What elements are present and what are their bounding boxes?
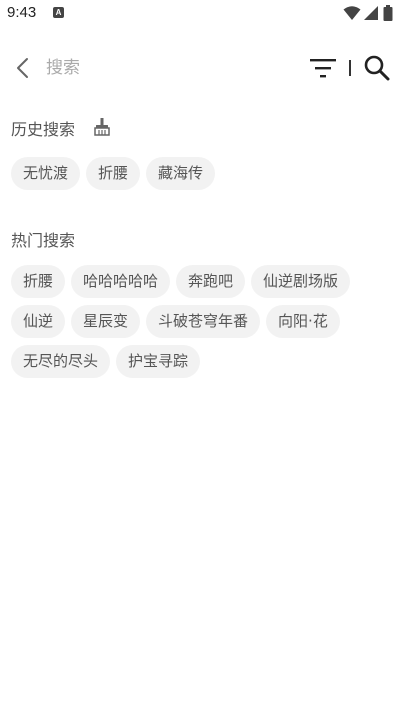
status-icons: [343, 5, 399, 21]
search-tag[interactable]: 星辰变: [71, 305, 141, 338]
chevron-left-icon: [17, 58, 28, 78]
search-tag[interactable]: 无忧渡: [11, 157, 81, 190]
search-input[interactable]: [46, 53, 296, 83]
search-button[interactable]: [362, 53, 392, 83]
history-tags: 无忧渡 折腰 藏海传: [11, 157, 401, 190]
toolbar-divider: [349, 60, 351, 76]
filter-button[interactable]: [308, 54, 338, 82]
history-title: 历史搜索: [11, 120, 76, 139]
hot-tags: 折腰 哈哈哈哈哈 奔跑吧 仙逆剧场版仙逆 星辰变 斗破苍穹年番 向阳·花无尽的尽头 护宝寻踪: [11, 265, 401, 378]
battery-icon: [383, 5, 393, 21]
search-tag[interactable]: 斗破苍穹年番: [146, 305, 261, 338]
search-tag[interactable]: 藏海传: [146, 157, 216, 190]
back-button[interactable]: [10, 54, 38, 82]
search-bar: [0, 48, 407, 88]
status-time: 9:43: [7, 4, 37, 21]
search-tag[interactable]: 折腰: [86, 157, 141, 190]
search-tag[interactable]: 护宝寻踪: [116, 345, 201, 378]
search-tag[interactable]: 哈哈哈哈哈: [71, 265, 171, 298]
status-bar: 9:43 A: [0, 0, 407, 28]
filter-icon: [310, 59, 336, 78]
search-tag[interactable]: 无尽的尽头: [11, 345, 111, 378]
clear-history-button[interactable]: [92, 117, 112, 137]
wifi-icon: [343, 6, 361, 20]
notification-badge-icon: A: [53, 7, 64, 18]
search-tag[interactable]: 仙逆剧场版: [251, 265, 351, 298]
signal-icon: [364, 6, 378, 20]
search-tag[interactable]: 折腰: [11, 265, 66, 298]
search-icon: [364, 55, 390, 81]
search-tag[interactable]: 向阳·花: [266, 305, 340, 338]
hot-title: 热门搜索: [11, 231, 76, 250]
search-tag[interactable]: 奔跑吧: [176, 265, 246, 298]
broom-icon: [94, 118, 110, 136]
search-tag[interactable]: 仙逆: [11, 305, 66, 338]
